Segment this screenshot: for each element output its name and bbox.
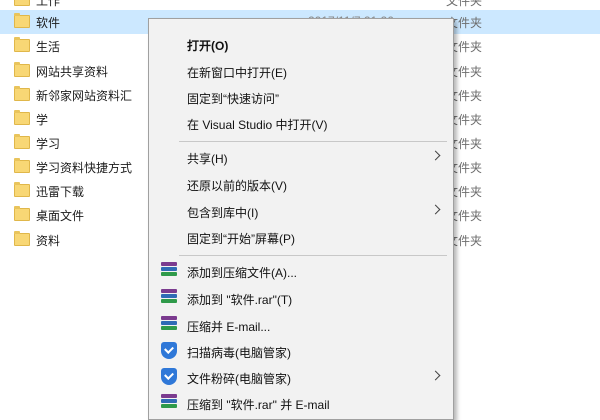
file-type: 文件夹 bbox=[446, 0, 483, 8]
menu-item-label: 在 Visual Studio 中打开(V) bbox=[187, 118, 328, 132]
menu-item-open-visual-studio[interactable]: 在 Visual Studio 中打开(V) bbox=[149, 111, 453, 135]
shield-icon bbox=[161, 368, 177, 385]
menu-item-share[interactable]: 共享(H) bbox=[149, 145, 453, 169]
file-name: 迅雷下载 bbox=[36, 185, 85, 199]
file-name: 软件 bbox=[36, 16, 61, 30]
file-name: 新邻家网站资料汇 bbox=[36, 89, 133, 103]
menu-item-label: 还原以前的版本(V) bbox=[187, 179, 287, 193]
context-menu: 打开(O) 在新窗口中打开(E) 固定到“快速访问” 在 Visual Stud… bbox=[148, 18, 454, 420]
winrar-icon bbox=[161, 262, 177, 279]
menu-item-include-library[interactable]: 包含到库中(I) bbox=[149, 199, 453, 223]
winrar-icon bbox=[161, 394, 177, 411]
menu-item-restore-versions[interactable]: 还原以前的版本(V) bbox=[149, 172, 453, 196]
menu-item-file-shred[interactable]: 文件粉碎(电脑管家) bbox=[149, 365, 453, 389]
chevron-right-icon bbox=[430, 204, 441, 215]
folder-icon bbox=[14, 158, 30, 173]
menu-item-pin-start[interactable]: 固定到“开始”屏幕(P) bbox=[149, 225, 453, 249]
menu-item-pin-quick-access[interactable]: 固定到“快速访问” bbox=[149, 85, 453, 109]
menu-item-label: 添加到 "软件.rar"(T) bbox=[187, 293, 293, 307]
winrar-icon bbox=[161, 289, 177, 306]
menu-item-label: 打开(O) bbox=[187, 39, 229, 53]
menu-item-label: 压缩到 "软件.rar" 并 E-mail bbox=[187, 398, 330, 412]
file-name: 网站共享资料 bbox=[36, 65, 109, 79]
file-name: 工作 bbox=[36, 0, 61, 8]
folder-icon bbox=[14, 86, 30, 101]
file-name: 学习 bbox=[36, 137, 61, 151]
chevron-right-icon bbox=[430, 370, 441, 381]
menu-item-label: 添加到压缩文件(A)... bbox=[187, 266, 297, 280]
folder-icon bbox=[14, 0, 30, 6]
menu-item-add-archive[interactable]: 添加到压缩文件(A)... bbox=[149, 259, 453, 283]
menu-item-add-rar[interactable]: 添加到 "软件.rar"(T) bbox=[149, 286, 453, 310]
file-name: 学 bbox=[36, 113, 49, 127]
folder-icon bbox=[14, 37, 30, 52]
folder-icon bbox=[14, 182, 30, 197]
menu-separator bbox=[179, 141, 447, 142]
folder-icon bbox=[14, 13, 30, 28]
menu-item-compress-email[interactable]: 压缩并 E-mail... bbox=[149, 313, 453, 337]
menu-item-label: 包含到库中(I) bbox=[187, 206, 259, 220]
menu-item-label: 固定到“快速访问” bbox=[187, 92, 279, 106]
menu-item-scan-virus[interactable]: 扫描病毒(电脑管家) bbox=[149, 339, 453, 363]
menu-item-label: 固定到“开始”屏幕(P) bbox=[187, 232, 295, 246]
menu-item-label: 共享(H) bbox=[187, 152, 228, 166]
file-name: 桌面文件 bbox=[36, 209, 85, 223]
winrar-icon bbox=[161, 316, 177, 333]
file-name: 生活 bbox=[36, 40, 61, 54]
menu-item-label: 扫描病毒(电脑管家) bbox=[187, 346, 291, 360]
chevron-right-icon bbox=[430, 150, 441, 161]
menu-item-label: 文件粉碎(电脑管家) bbox=[187, 372, 291, 386]
folder-icon bbox=[14, 231, 30, 246]
file-name: 资料 bbox=[36, 234, 61, 248]
folder-icon bbox=[14, 110, 30, 125]
menu-separator bbox=[179, 255, 447, 256]
folder-icon bbox=[14, 62, 30, 77]
folder-icon bbox=[14, 206, 30, 221]
menu-item-compress-rar-email[interactable]: 压缩到 "软件.rar" 并 E-mail bbox=[149, 391, 453, 415]
menu-item-open[interactable]: 打开(O) bbox=[149, 32, 453, 56]
menu-item-open-new-window[interactable]: 在新窗口中打开(E) bbox=[149, 59, 453, 83]
shield-icon bbox=[161, 342, 177, 359]
file-name: 学习资料快捷方式 bbox=[36, 161, 133, 175]
menu-item-label: 在新窗口中打开(E) bbox=[187, 66, 287, 80]
folder-icon bbox=[14, 134, 30, 149]
menu-item-label: 压缩并 E-mail... bbox=[187, 320, 271, 334]
